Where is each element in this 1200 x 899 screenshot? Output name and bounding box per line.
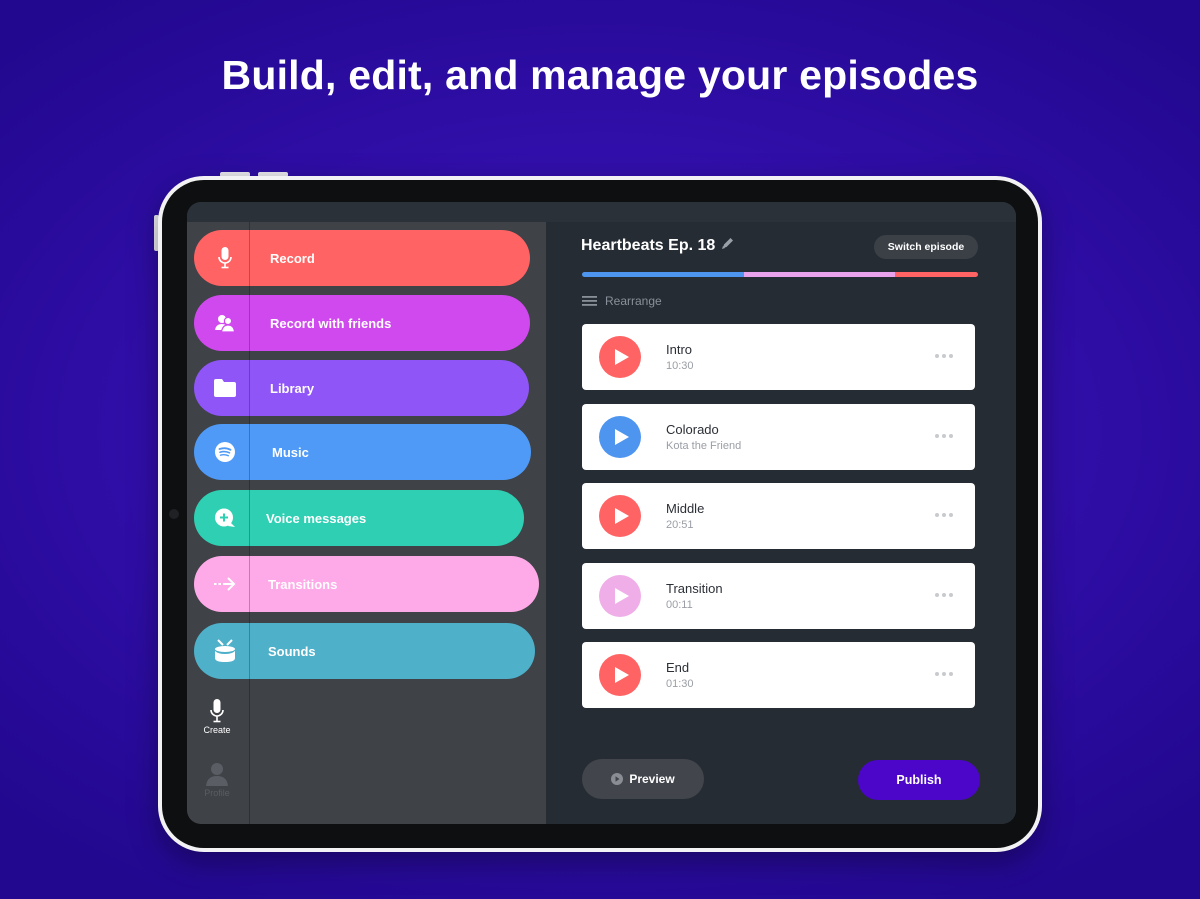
segment-card[interactable]: Middle 20:51 <box>582 483 975 549</box>
play-button[interactable] <box>599 574 641 617</box>
progress-segment-voice <box>894 272 978 277</box>
more-options-icon[interactable] <box>935 592 953 597</box>
preview-button[interactable]: Preview <box>582 759 704 799</box>
menu-voice-messages[interactable]: Voice messages <box>194 490 524 546</box>
segment-card[interactable]: End 01:30 <box>582 642 975 708</box>
drum-icon <box>194 639 256 663</box>
play-button[interactable] <box>599 336 641 378</box>
publish-button[interactable]: Publish <box>858 760 980 800</box>
menu-library-label: Library <box>270 380 315 396</box>
episode-title: Heartbeats Ep. 18 <box>581 237 716 254</box>
profile-icon <box>206 763 228 786</box>
segment-text: Transition 00:11 <box>666 581 723 611</box>
menu-record-with-friends[interactable]: Record with friends <box>194 295 530 351</box>
tab-profile-label: Profile <box>204 788 230 798</box>
segment-subtitle: 01:30 <box>666 678 694 690</box>
episode-progress-bar <box>582 272 978 277</box>
segment-name: End <box>666 660 690 675</box>
more-options-icon[interactable] <box>935 513 953 517</box>
progress-segment-music <box>582 272 745 277</box>
friends-icon <box>194 314 256 332</box>
menu-sounds-label: Sounds <box>268 643 316 659</box>
tab-profile[interactable]: Profile <box>194 762 240 798</box>
episode-title-row: Heartbeats Ep. 18 <box>581 237 734 255</box>
menu-music-label: Music <box>272 444 309 460</box>
segment-card[interactable]: Transition 00:11 <box>582 562 975 629</box>
menu-record-with-friends-label: Record with friends <box>270 315 392 331</box>
tab-create[interactable]: Create <box>194 699 240 735</box>
segment-name: Intro <box>666 342 693 357</box>
switch-episode-button[interactable]: Switch episode <box>874 235 978 259</box>
menu-transitions-label: Transitions <box>268 576 338 592</box>
tab-create-label: Create <box>203 725 231 735</box>
folder-icon <box>194 379 256 397</box>
rearrange-label: Rearrange <box>605 294 662 308</box>
play-icon <box>614 587 629 604</box>
menu-music[interactable]: Music <box>194 424 531 480</box>
more-options-icon[interactable] <box>935 433 953 438</box>
spotify-icon <box>194 442 256 462</box>
preview-label: Preview <box>629 772 675 786</box>
microphone-icon <box>210 699 224 723</box>
segment-card[interactable]: Colorado Kota the Friend <box>582 403 975 470</box>
app-screen: Record Record with friends Library Music <box>187 202 1016 824</box>
play-circle-icon <box>611 773 624 785</box>
arrow-right-icon <box>194 577 256 591</box>
segment-text: Intro 10:30 <box>666 342 694 372</box>
headline: Build, edit, and manage your episodes <box>221 52 979 98</box>
segment-name: Transition <box>666 580 723 596</box>
segment-card[interactable]: Intro 10:30 <box>582 324 975 390</box>
menu-sounds[interactable]: Sounds <box>194 623 535 679</box>
segment-text: Middle 20:51 <box>666 501 704 531</box>
menu-transitions[interactable]: Transitions <box>194 556 539 612</box>
play-button[interactable] <box>599 495 641 537</box>
play-button[interactable] <box>599 654 641 696</box>
menu-library[interactable]: Library <box>194 360 529 416</box>
menu-record-label: Record <box>270 250 315 266</box>
segment-name: Colorado <box>666 421 719 437</box>
segment-subtitle: 10:30 <box>666 360 694 372</box>
menu-lines-icon <box>582 296 597 306</box>
more-options-icon[interactable] <box>935 672 953 676</box>
create-panel: Record Record with friends Library Music <box>187 222 546 824</box>
rail-divider <box>249 222 250 824</box>
episode-panel: Heartbeats Ep. 18 Switch episode Rearran… <box>546 222 1016 824</box>
segment-subtitle: Kota the Friend <box>666 439 742 452</box>
microphone-icon <box>194 247 256 269</box>
rearrange-button[interactable]: Rearrange <box>582 294 662 308</box>
segment-text: Colorado Kota the Friend <box>666 422 741 452</box>
segment-text: End 01:30 <box>666 660 694 690</box>
play-button[interactable] <box>599 415 641 458</box>
segment-name: Middle <box>666 501 705 516</box>
play-icon <box>614 508 629 524</box>
pencil-icon[interactable] <box>721 237 734 255</box>
menu-voice-messages-label: Voice messages <box>266 510 367 526</box>
menu-record[interactable]: Record <box>194 230 530 286</box>
play-icon <box>614 428 629 445</box>
more-options-icon[interactable] <box>935 354 953 358</box>
play-icon <box>614 667 629 683</box>
progress-segment-transition <box>744 272 895 277</box>
tablet-camera <box>169 509 179 519</box>
play-icon <box>614 349 629 365</box>
status-bar <box>187 202 1016 222</box>
segment-subtitle: 00:11 <box>666 598 693 611</box>
voice-message-icon <box>194 508 256 528</box>
segment-subtitle: 20:51 <box>666 519 694 531</box>
